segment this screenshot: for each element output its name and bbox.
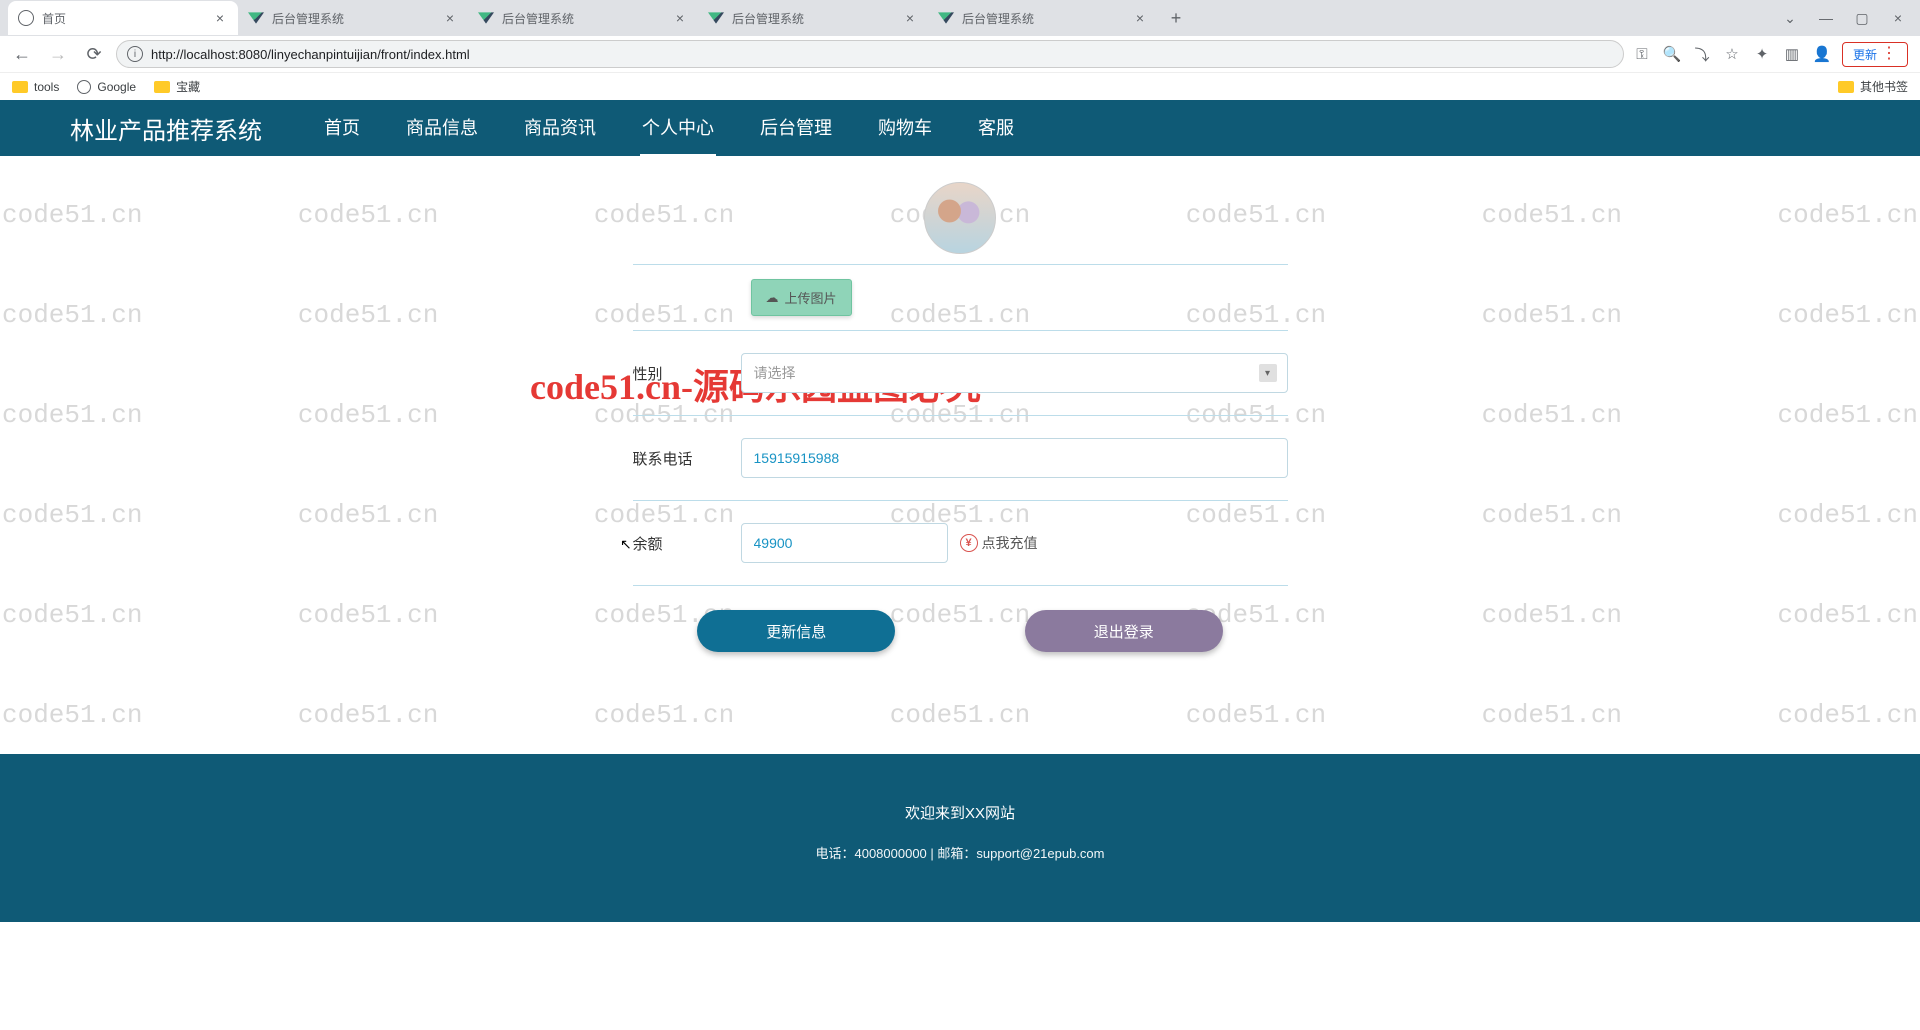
site-title: 林业产品推荐系统: [70, 111, 262, 146]
close-icon[interactable]: ×: [212, 10, 228, 26]
forward-button[interactable]: →: [44, 40, 72, 68]
url-text: http://localhost:8080/linyechanpintuijia…: [151, 47, 470, 62]
bookmark-item[interactable]: Google: [77, 80, 136, 94]
gender-select[interactable]: 请选择 ▾: [741, 353, 1288, 393]
tab-title: 后台管理系统: [272, 10, 438, 27]
bookmark-item[interactable]: tools: [12, 80, 59, 94]
browser-tab[interactable]: 后台管理系统 ×: [468, 1, 698, 35]
bookmarks-bar: tools Google 宝藏 其他书签: [0, 72, 1920, 100]
tab-title: 后台管理系统: [732, 10, 898, 27]
star-icon[interactable]: ☆: [1722, 44, 1742, 64]
sidepanel-icon[interactable]: ▥: [1782, 44, 1802, 64]
address-bar: ← → ⟳ i http://localhost:8080/linyechanp…: [0, 36, 1920, 72]
avatar-row: [633, 176, 1288, 265]
gender-placeholder: 请选择: [754, 363, 796, 383]
footer-welcome: 欢迎来到XX网站: [0, 802, 1920, 823]
back-button[interactable]: ←: [8, 40, 36, 68]
gender-row: 性别 请选择 ▾: [633, 331, 1288, 416]
site-header: 林业产品推荐系统 首页商品信息商品资讯个人中心后台管理购物车客服: [0, 100, 1920, 156]
close-icon[interactable]: ×: [902, 10, 918, 26]
close-window-icon[interactable]: ×: [1884, 4, 1912, 32]
nav-item[interactable]: 后台管理: [758, 100, 834, 157]
balance-input[interactable]: [741, 523, 948, 563]
nav-item[interactable]: 商品资讯: [522, 100, 598, 157]
translate-icon[interactable]: ⤵: [1692, 44, 1712, 64]
browser-tab[interactable]: 首页 ×: [8, 1, 238, 35]
logout-button[interactable]: 退出登录: [1025, 610, 1223, 652]
close-icon[interactable]: ×: [1132, 10, 1148, 26]
other-bookmarks[interactable]: 其他书签: [1838, 78, 1908, 95]
nav-item[interactable]: 客服: [976, 100, 1016, 157]
yen-icon: ¥: [960, 534, 978, 552]
folder-icon: [1838, 81, 1854, 93]
folder-icon: [154, 81, 170, 93]
vue-icon: [478, 10, 494, 26]
reload-button[interactable]: ⟳: [80, 40, 108, 68]
tabs-bar: 首页 × 后台管理系统 × 后台管理系统 × 后台管理系统 × 后台管理系统 ×…: [0, 0, 1920, 36]
chevron-down-icon[interactable]: ⌄: [1776, 4, 1804, 32]
profile-icon[interactable]: 👤: [1812, 44, 1832, 64]
upload-image-button[interactable]: ☁ 上传图片: [751, 279, 852, 316]
phone-input[interactable]: [741, 438, 1288, 478]
site-footer: 欢迎来到XX网站 电话：4008000000 | 邮箱：support@21ep…: [0, 754, 1920, 922]
close-icon[interactable]: ×: [442, 10, 458, 26]
button-row: 更新信息 退出登录: [633, 586, 1288, 692]
cloud-upload-icon: ☁: [766, 290, 779, 306]
phone-label: 联系电话: [633, 448, 741, 469]
footer-contact: 电话：4008000000 | 邮箱：support@21epub.com: [0, 843, 1920, 862]
update-info-button[interactable]: 更新信息: [697, 610, 895, 652]
key-icon[interactable]: ⚿: [1632, 44, 1652, 64]
url-input[interactable]: i http://localhost:8080/linyechanpintuij…: [116, 40, 1624, 68]
recharge-link[interactable]: ¥ 点我充值: [960, 533, 1038, 553]
avatar[interactable]: [924, 182, 996, 254]
nav-item[interactable]: 购物车: [876, 100, 934, 157]
profile-form: ☁ 上传图片 性别 请选择 ▾ 联系电话 余额 ¥ 点我充值 更新信息 退: [633, 176, 1288, 692]
tab-title: 后台管理系统: [502, 10, 668, 27]
vue-icon: [248, 10, 264, 26]
browser-tab[interactable]: 后台管理系统 ×: [238, 1, 468, 35]
nav-item[interactable]: 商品信息: [404, 100, 480, 157]
gender-label: 性别: [633, 363, 741, 384]
nav-item[interactable]: 个人中心: [640, 100, 716, 157]
browser-update-button[interactable]: 更新⋮: [1842, 42, 1908, 67]
globe-icon: [77, 80, 91, 94]
upload-row: ☁ 上传图片: [633, 265, 1288, 331]
balance-row: 余额 ¥ 点我充值: [633, 501, 1288, 586]
close-icon[interactable]: ×: [672, 10, 688, 26]
browser-tab[interactable]: 后台管理系统 ×: [928, 1, 1158, 35]
balance-label: 余额: [633, 533, 741, 554]
window-controls: ⌄ — ▢ ×: [1776, 4, 1920, 32]
phone-row: 联系电话: [633, 416, 1288, 501]
extensions-icon[interactable]: ✦: [1752, 44, 1772, 64]
tab-title: 首页: [42, 10, 208, 27]
bookmark-item[interactable]: 宝藏: [154, 78, 200, 95]
info-icon[interactable]: i: [127, 46, 143, 62]
new-tab-button[interactable]: +: [1162, 4, 1190, 32]
folder-icon: [12, 81, 28, 93]
globe-icon: [18, 10, 34, 26]
chevron-down-icon: ▾: [1259, 364, 1277, 382]
main-nav: 首页商品信息商品资讯个人中心后台管理购物车客服: [322, 100, 1016, 157]
minimize-icon[interactable]: —: [1812, 4, 1840, 32]
page: 林业产品推荐系统 首页商品信息商品资讯个人中心后台管理购物车客服 ☁ 上传图片 …: [0, 100, 1920, 692]
maximize-icon[interactable]: ▢: [1848, 4, 1876, 32]
vue-icon: [708, 10, 724, 26]
tab-title: 后台管理系统: [962, 10, 1128, 27]
browser-tab[interactable]: 后台管理系统 ×: [698, 1, 928, 35]
nav-item[interactable]: 首页: [322, 100, 362, 157]
zoom-icon[interactable]: 🔍: [1662, 44, 1682, 64]
vue-icon: [938, 10, 954, 26]
browser-chrome: 首页 × 后台管理系统 × 后台管理系统 × 后台管理系统 × 后台管理系统 ×…: [0, 0, 1920, 100]
